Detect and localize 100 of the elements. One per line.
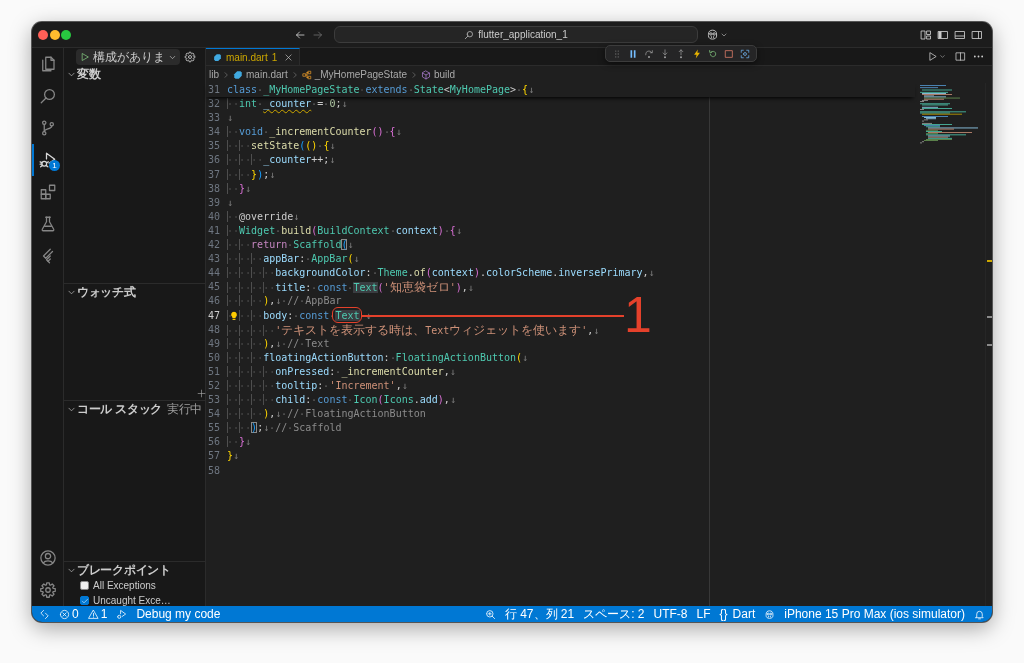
settings-icon[interactable] (184, 51, 196, 63)
status-item[interactable]: iPhone 15 Pro Max (ios simulator) (784, 607, 965, 621)
editor-tab[interactable]: main.dart 1 (206, 48, 301, 65)
line-number: 53 (206, 393, 220, 408)
copilot-button[interactable] (706, 28, 728, 41)
run-config-button[interactable]: 構成がありま (76, 49, 180, 65)
restart-icon[interactable] (708, 48, 718, 59)
callout-number: 1 (624, 289, 652, 340)
language-button[interactable]: {} Dart (719, 607, 756, 621)
errors-button[interactable]: 0 (59, 607, 79, 621)
settings-icon[interactable] (38, 581, 57, 599)
warning-marker (987, 260, 992, 262)
bell-icon[interactable] (974, 608, 985, 620)
line-number: 32 (206, 97, 220, 112)
run-debug-icon[interactable] (116, 608, 128, 620)
copilot-icon (706, 28, 719, 41)
gripper-icon[interactable] (612, 48, 622, 59)
lightbulb-icon[interactable] (229, 310, 239, 321)
account-icon[interactable] (38, 549, 57, 567)
close-window-button[interactable] (38, 29, 48, 40)
search-icon (464, 29, 475, 40)
file-icon (233, 69, 243, 80)
status-item[interactable]: 行 47、列 21 (504, 605, 575, 622)
code-line: }↓ (227, 435, 252, 450)
section-header[interactable]: ブレークポイント (67, 562, 171, 579)
pause-icon[interactable] (628, 48, 638, 59)
code-line: int _counter = 0;↓ (227, 97, 348, 112)
sidebar-toggle-icon[interactable] (937, 28, 949, 41)
split-editor-icon[interactable] (955, 51, 966, 62)
line-number: 40 (206, 209, 220, 224)
section-header[interactable]: コール スタック (67, 401, 162, 418)
line-number: 54 (206, 407, 220, 422)
breakpoint-item[interactable]: Uncaught Exce… (64, 593, 205, 606)
line-number: 52 (206, 378, 220, 393)
zoom-icon[interactable] (484, 608, 496, 620)
warnings-button[interactable]: 1 (87, 607, 108, 621)
line-number: 39 (206, 195, 220, 210)
code-line: onPressed: _incrementCounter,↓ (227, 364, 456, 379)
step-over-icon[interactable] (644, 48, 654, 59)
count-badge: 1 (49, 160, 60, 171)
code-line: _counter++;↓ (227, 153, 336, 168)
line-number: 51 (206, 364, 220, 379)
breadcrumb-item[interactable]: lib (209, 69, 219, 80)
code-line: });↓ (227, 167, 276, 182)
code-line: setState(() {↓ (227, 139, 336, 154)
code-line: floatingActionButton: FloatingActionButton(↓ (227, 350, 529, 365)
breakpoint-item[interactable]: All Exceptions (64, 578, 205, 593)
status-item[interactable]: LF (696, 607, 711, 621)
status-item[interactable]: スペース: 2 (583, 605, 645, 622)
panel-toggle-icon[interactable] (954, 28, 966, 41)
status-item[interactable]: UTF-8 (653, 607, 688, 621)
remote-icon[interactable] (39, 608, 50, 620)
line-number: 58 (206, 463, 220, 478)
line-number: 47 (206, 308, 220, 323)
checkbox[interactable] (80, 596, 89, 605)
line-number: 41 (206, 223, 220, 238)
code-line: }↓ (227, 449, 240, 464)
close-icon[interactable] (284, 52, 294, 62)
code-line: }↓ (227, 181, 252, 196)
callout-ring (332, 307, 363, 324)
step-out-icon[interactable] (676, 48, 686, 59)
line-number: 46 (206, 294, 220, 309)
secondary-sidebar-icon[interactable] (971, 28, 983, 41)
breadcrumb-item[interactable]: _MyHomePageState (301, 69, 407, 80)
code-line: void _incrementCounter() {↓ (227, 125, 402, 140)
breadcrumb-item[interactable]: main.dart (233, 69, 288, 80)
line-number: 33 (206, 111, 220, 126)
play-icon (80, 52, 90, 62)
chevron-right-icon (290, 70, 299, 79)
run-icon[interactable] (927, 51, 938, 62)
scrollbar-marker (987, 316, 992, 318)
code-line: 'テキストを表示する時は、Textウィジェットを使います',↓ (227, 322, 600, 337)
line-number: 48 (206, 322, 220, 337)
line-number: 37 (206, 167, 220, 182)
crosshair-cursor-icon (197, 389, 206, 398)
status-item[interactable]: Debug my code (136, 607, 221, 621)
caret-icon[interactable] (939, 53, 946, 60)
code-line: child: const Icon(Icons.add),↓ (227, 393, 456, 408)
minimize-window-button[interactable] (49, 29, 60, 40)
code-line: return Scaffold(↓ (227, 238, 354, 253)
code-line: ),↓ // FloatingActionButton (227, 407, 426, 422)
search-field[interactable]: flutter_application_1 (334, 26, 698, 43)
code-line: );↓ // Scaffold (227, 421, 342, 436)
line-number: 44 (206, 266, 220, 281)
section-header[interactable]: ウォッチ式 (67, 284, 136, 301)
line-number: 49 (206, 336, 220, 351)
back-arrow-icon[interactable] (294, 28, 306, 41)
lightning-icon[interactable] (692, 48, 702, 59)
stop-icon[interactable] (724, 48, 734, 59)
warning-icon (87, 608, 99, 620)
step-into-icon[interactable] (660, 48, 670, 59)
checkbox[interactable] (80, 581, 89, 590)
code-line: ↓ (227, 195, 234, 210)
line-number: 36 (206, 153, 220, 168)
section-header[interactable]: 変数 (67, 66, 101, 83)
inspect-icon[interactable] (740, 48, 750, 59)
maximize-window-button[interactable] (61, 29, 71, 40)
breadcrumb-item[interactable]: build (421, 69, 456, 80)
copilot-icon[interactable] (764, 608, 776, 620)
layout-icon[interactable] (920, 28, 932, 41)
